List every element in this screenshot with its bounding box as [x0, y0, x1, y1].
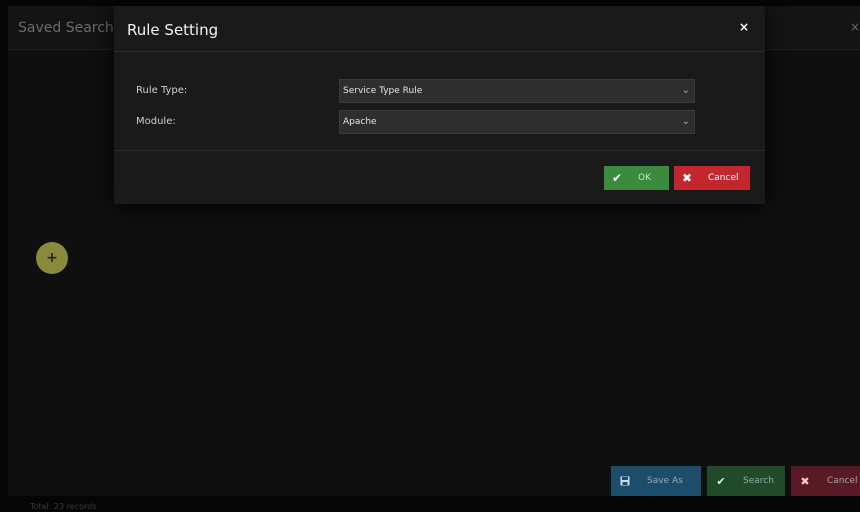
records-count: Total: 23 records [30, 502, 97, 511]
search-label: Search [743, 476, 774, 486]
modal-divider [114, 150, 765, 151]
background-cancel-button[interactable]: ✖ Cancel [791, 466, 860, 496]
rule-type-select[interactable]: Service Type Rule ⌄ [339, 79, 695, 103]
rule-type-value: Service Type Rule [343, 86, 423, 96]
add-rule-button[interactable]: + [36, 242, 68, 274]
background-cancel-label: Cancel [827, 476, 858, 486]
screen: Saved Search R × + Save As ✔ Search ✖ Ca… [0, 0, 860, 512]
modal-footer: ✔ OK ✖ Cancel [604, 166, 750, 190]
ok-button[interactable]: ✔ OK [604, 166, 669, 190]
close-icon: ✖ [800, 474, 810, 488]
chevron-down-icon: ⌄ [681, 116, 690, 127]
chevron-down-icon: ⌄ [681, 85, 690, 96]
saved-search-footer: Save As ✔ Search ✖ Cancel [611, 466, 860, 496]
cancel-button[interactable]: ✖ Cancel [674, 166, 750, 190]
saved-search-title: Saved Search R [18, 20, 128, 36]
save-icon [611, 466, 639, 496]
cancel-label: Cancel [708, 173, 739, 183]
module-value: Apache [343, 117, 377, 127]
check-icon: ✔ [716, 474, 726, 488]
ok-label: OK [638, 173, 651, 183]
rule-type-label: Rule Type: [136, 85, 188, 96]
check-icon: ✔ [611, 171, 623, 185]
rule-setting-modal: Rule Setting × Rule Type: Service Type R… [114, 6, 765, 204]
modal-title: Rule Setting [127, 21, 219, 39]
module-select[interactable]: Apache ⌄ [339, 110, 695, 134]
modal-close-icon[interactable]: × [739, 20, 749, 34]
save-as-button[interactable]: Save As [611, 466, 701, 496]
search-button[interactable]: ✔ Search [707, 466, 785, 496]
close-icon: ✖ [681, 171, 693, 185]
modal-header: Rule Setting × [114, 6, 765, 52]
saved-search-close-icon[interactable]: × [850, 20, 860, 34]
save-as-label: Save As [647, 476, 683, 486]
module-label: Module: [136, 116, 176, 127]
